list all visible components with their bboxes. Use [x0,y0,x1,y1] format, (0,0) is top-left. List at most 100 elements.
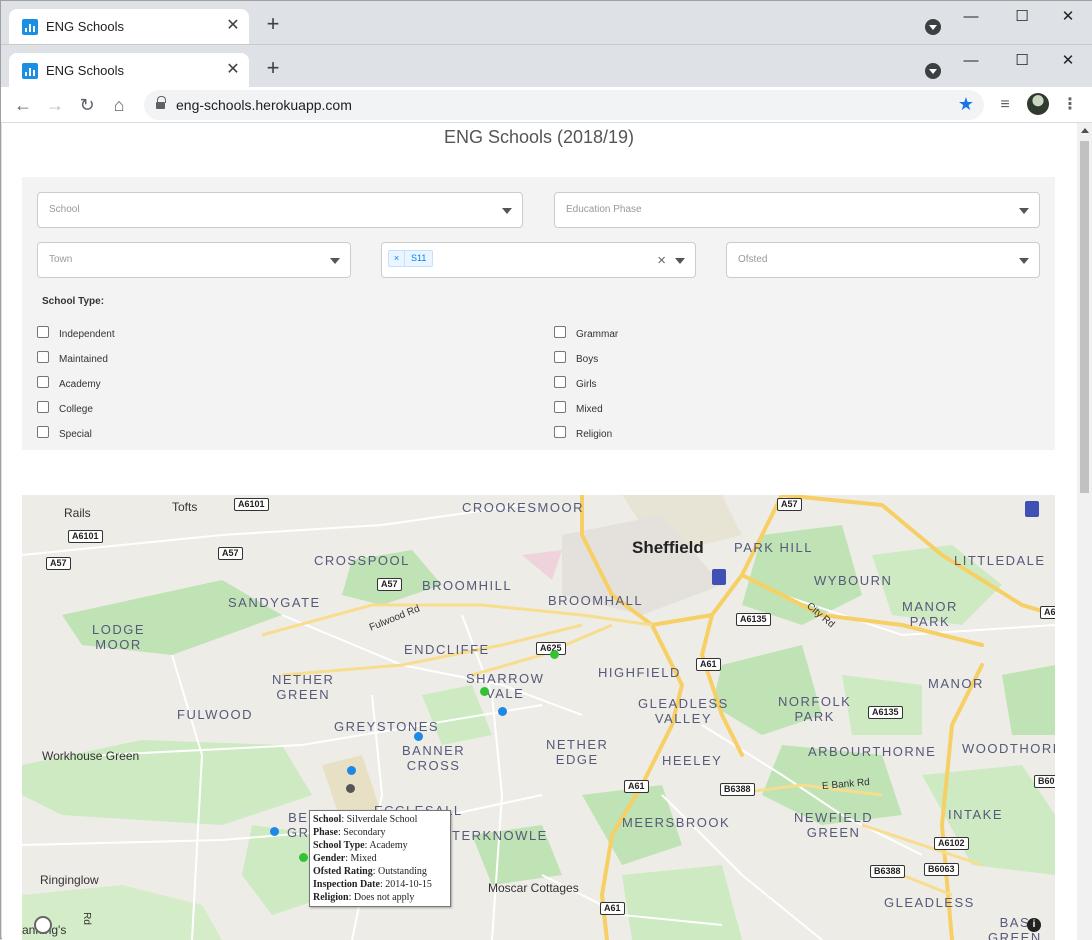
clear-icon[interactable]: × [657,252,666,269]
menu-dots-icon[interactable]: ⋮ [1058,93,1082,117]
checkbox-label: Mixed [576,404,603,415]
bookmark-star-icon[interactable]: ★ [958,94,974,115]
maximize-button[interactable]: ☐ [999,51,1045,71]
checkbox[interactable] [554,351,566,363]
checkbox-label: Independent [59,329,115,340]
checkbox[interactable] [37,426,49,438]
map-label-crookesmoor: CROOKESMOOR [462,500,584,515]
checkbox[interactable] [37,326,49,338]
profile-avatar[interactable] [1027,93,1049,115]
new-tab-button[interactable]: + [261,13,285,37]
road-shield: B6388 [720,783,755,796]
minimize-button[interactable]: — [948,51,994,71]
tab-search-icon[interactable] [925,19,941,35]
town-select[interactable]: Town [37,242,351,278]
map-label-nether-edge: NETHER EDGE [546,737,609,767]
checkbox[interactable] [554,326,566,338]
map-label-norfolk-park: NORFOLK PARK [778,694,852,724]
school-marker-grey[interactable] [346,784,355,793]
school-marker-selected[interactable] [299,853,308,862]
checkbox-grammar[interactable]: Grammar [554,324,618,340]
road-shield: B6388 [870,865,905,878]
tooltip-gender: Mixed [350,853,377,864]
schools-map[interactable]: Rails Tofts CROOKESMOOR Sheffield PARK H… [22,495,1055,940]
page-scrollbar[interactable] [1077,123,1092,940]
chevron-down-icon[interactable] [1019,208,1029,214]
close-window-button[interactable]: ✕ [1045,51,1091,71]
school-marker-blue[interactable] [270,827,279,836]
tooltip-key: School [313,814,342,825]
checkbox-mixed[interactable]: Mixed [554,399,603,415]
tab-eng-schools[interactable]: ENG Schools ✕ [9,53,249,88]
checkbox-girls[interactable]: Girls [554,374,597,390]
map-label-tofts: Tofts [172,500,198,514]
school-marker-green[interactable] [480,687,489,696]
checkbox-independent[interactable]: Independent [37,324,115,340]
chip-remove-icon[interactable]: × [389,251,405,266]
tab-eng-schools-background[interactable]: ENG Schools ✕ [9,9,249,44]
tab-search-icon[interactable] [925,63,941,79]
map-label-banner-cross: BANNER CROSS [402,743,466,773]
close-icon[interactable]: ✕ [223,16,243,36]
scroll-up-icon[interactable] [1081,128,1089,133]
map-label-broomhall: BROOMHALL [548,593,644,608]
chevron-down-icon[interactable] [502,208,512,214]
info-icon[interactable]: i [1027,918,1041,932]
close-icon[interactable]: ✕ [223,60,243,80]
checkbox[interactable] [37,401,49,413]
map-label-broomhill: BROOMHILL [422,578,513,593]
map-label-ringinglow: Ringinglow [40,873,99,887]
media-control-icon[interactable]: ≡ [993,93,1017,117]
checkbox-special[interactable]: Special [37,424,92,440]
forward-arrow-icon[interactable]: → [43,93,67,117]
school-marker-green[interactable] [550,650,559,659]
chevron-down-icon[interactable] [675,258,685,264]
map-label-sandygate: SANDYGATE [228,595,321,610]
map-label-gleadless-valley: GLEADLESS VALLEY [638,696,729,726]
map-label-terknowle: TERKNOWLE [452,828,548,843]
checkbox-label: Special [59,429,92,440]
education-phase-select[interactable]: Education Phase [554,192,1040,228]
checkbox-academy[interactable]: Academy [37,374,101,390]
bar-chart-icon [22,19,38,35]
road-shield: A61 [696,658,721,671]
back-arrow-icon[interactable]: ← [11,93,35,117]
checkbox-label: Academy [59,379,101,390]
checkbox[interactable] [554,401,566,413]
checkbox[interactable] [37,376,49,388]
checkbox[interactable] [554,426,566,438]
chevron-down-icon[interactable] [330,258,340,264]
map-label-greystones: GREYSTONES [334,719,440,734]
checkbox-college[interactable]: College [37,399,93,415]
map-label-workhouse-green: Workhouse Green [42,749,140,763]
close-window-button[interactable]: ✕ [1045,7,1091,27]
reload-icon[interactable]: ↻ [75,93,99,117]
map-logo-icon[interactable] [34,916,52,934]
home-icon[interactable]: ⌂ [107,93,131,117]
road-shield: A6101 [68,530,103,543]
tooltip-inspection-date: 2014-10-15 [385,879,432,890]
chevron-down-icon[interactable] [1019,258,1029,264]
checkbox-boys[interactable]: Boys [554,349,598,365]
checkbox-religion[interactable]: Religion [554,424,612,440]
school-marker-blue[interactable] [498,707,507,716]
minimize-button[interactable]: — [948,7,994,27]
scrollbar-thumb[interactable] [1080,141,1089,493]
checkbox[interactable] [554,376,566,388]
map-label-park-hill: PARK HILL [734,540,814,555]
checkbox-maintained[interactable]: Maintained [37,349,108,365]
map-label-intake: INTAKE [948,807,1003,822]
school-marker-blue[interactable] [414,732,423,741]
browser-toolbar: ← → ↻ ⌂ eng-schools.herokuapp.com ★ ≡ ⋮ [1,87,1092,123]
school-marker-blue[interactable] [347,766,356,775]
address-bar[interactable]: eng-schools.herokuapp.com ★ [144,90,984,120]
checkbox[interactable] [37,351,49,363]
postcode-select[interactable]: × S11 × [381,242,696,278]
map-label-rails: Rails [64,506,91,520]
school-select[interactable]: School [37,192,523,228]
map-label-moscar-cottages: Moscar Cottages [488,881,579,895]
new-tab-button[interactable]: + [261,57,285,81]
railway-station-icon [1025,501,1039,517]
ofsted-select[interactable]: Ofsted [726,242,1040,278]
maximize-button[interactable]: ☐ [999,7,1045,27]
